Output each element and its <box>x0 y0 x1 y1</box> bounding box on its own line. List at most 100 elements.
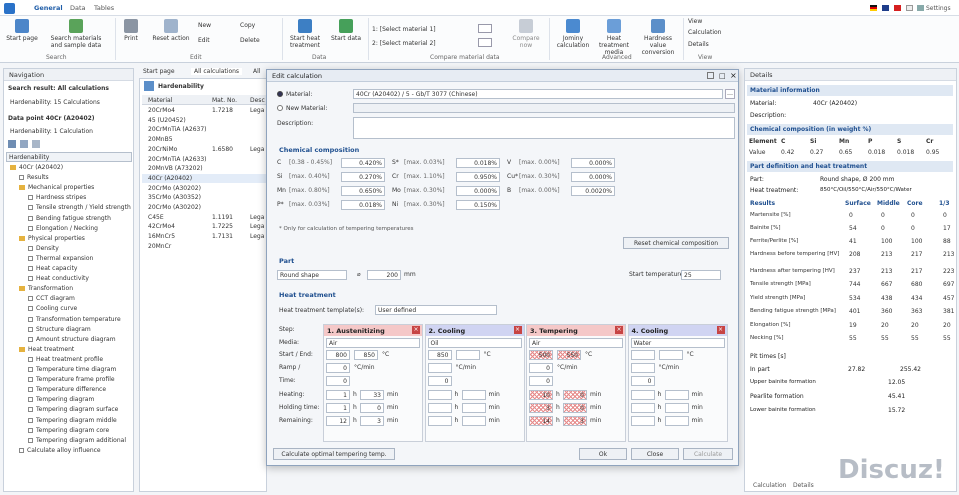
ok-button[interactable]: Ok <box>579 448 627 460</box>
hours-field[interactable]: 10 <box>529 390 553 400</box>
ramp-field[interactable]: 0 <box>326 363 350 373</box>
close-button[interactable]: Close <box>631 448 679 460</box>
media-select[interactable]: Air <box>326 338 420 348</box>
flag-chinese-icon[interactable] <box>894 5 901 11</box>
chem-value-field[interactable]: 0.150% <box>456 200 500 210</box>
new-button[interactable]: New <box>198 22 228 29</box>
list-row[interactable]: 20CrNiMo 1.6580 Lega <box>142 145 266 154</box>
tab-general[interactable]: General <box>34 4 63 12</box>
doc-tab-start-page[interactable]: Start page <box>143 68 175 75</box>
minutes-field[interactable]: 0 <box>563 403 587 413</box>
print-button[interactable]: Print <box>120 19 142 42</box>
list-row[interactable]: 20MnVB (A73202) <box>142 164 266 173</box>
chem-value-field[interactable]: 0.0020% <box>571 186 615 196</box>
nav-view-dropdown[interactable]: Hardenability <box>6 152 132 162</box>
material-radio[interactable] <box>277 91 283 97</box>
chem-value-field[interactable]: 0.950% <box>456 172 500 182</box>
doc-tab-all-calculations[interactable]: All calculations <box>191 68 243 75</box>
step-delete-icon[interactable]: × <box>716 326 725 334</box>
details-view-button[interactable]: Details <box>688 41 728 48</box>
compare-now-button[interactable]: Compare now <box>512 19 540 49</box>
calculation-view-button[interactable]: Calculation <box>688 29 728 36</box>
reset-action-button[interactable]: Reset action <box>152 19 190 42</box>
end-temp-field[interactable] <box>455 350 480 360</box>
new-material-radio[interactable] <box>277 105 283 111</box>
nav-edit-icon[interactable] <box>20 140 28 148</box>
tree-item[interactable]: Cooling curve <box>28 305 77 312</box>
tree-item[interactable]: Amount structure diagram <box>28 336 116 343</box>
col-material[interactable]: Material <box>148 97 172 104</box>
minutes-field[interactable]: 33 <box>360 390 384 400</box>
media-select[interactable]: Water <box>630 338 725 348</box>
start-temp-field[interactable]: 25 <box>681 270 721 280</box>
material-browse-button[interactable]: … <box>725 89 735 99</box>
tree-item[interactable]: Heat conductivity <box>28 275 89 282</box>
list-row[interactable]: C45E 1.1191 Lega <box>142 213 266 222</box>
dialog-pin-icon[interactable] <box>707 72 714 79</box>
chem-value-field[interactable]: 0.000% <box>571 158 615 168</box>
tree-item[interactable]: Transformation temperature <box>28 316 121 323</box>
list-row[interactable]: 42CrMo4 1.7225 Lega <box>142 222 266 231</box>
hours-field[interactable] <box>427 390 452 400</box>
hours-field[interactable]: 1 <box>326 403 350 413</box>
part-shape-select[interactable]: Round shape <box>277 270 347 280</box>
list-row[interactable]: 16MnCr5 1.7131 Lega <box>142 232 266 241</box>
tree-item[interactable]: Heat treatment profile <box>28 356 103 363</box>
edit-button[interactable]: Edit <box>198 37 228 44</box>
start-temp-field[interactable]: 500 <box>529 350 553 360</box>
minutes-field[interactable]: 3 <box>563 416 587 426</box>
tree-item[interactable]: Bending fatigue strength <box>28 215 111 222</box>
tree-item[interactable]: Physical properties <box>19 235 85 242</box>
start-temp-field[interactable]: 850 <box>427 350 452 360</box>
part-diameter-field[interactable]: 200 <box>367 270 401 280</box>
tree-item[interactable]: Mechanical properties <box>19 184 94 191</box>
tree-item[interactable]: Temperature frame profile <box>28 376 115 383</box>
end-temp-field[interactable] <box>658 350 683 360</box>
chem-value-field[interactable]: 0.420% <box>341 158 385 168</box>
chem-value-field[interactable]: 0.018% <box>341 200 385 210</box>
minutes-field[interactable]: 3 <box>360 416 384 426</box>
minutes-field[interactable] <box>461 390 486 400</box>
ht-template-select[interactable]: User defined <box>375 305 497 315</box>
compare-clear-2-icon[interactable] <box>478 38 492 47</box>
tree-item[interactable]: Heat capacity <box>28 265 77 272</box>
hours-field[interactable] <box>630 416 655 426</box>
step-delete-icon[interactable]: × <box>513 326 522 334</box>
tree-item[interactable]: Temperature time diagram <box>28 366 116 373</box>
nav-chart-icon[interactable] <box>8 140 16 148</box>
hours-field[interactable]: 3 <box>529 403 553 413</box>
chem-value-field[interactable]: 0.270% <box>341 172 385 182</box>
tree-item[interactable]: Tempering diagram middle <box>28 417 117 424</box>
tree-item[interactable]: Thermal expansion <box>28 255 93 262</box>
tree-item[interactable]: Hardness stripes <box>28 194 86 201</box>
description-field[interactable] <box>353 117 735 139</box>
start-temp-field[interactable] <box>630 350 655 360</box>
ramp-field[interactable] <box>427 363 452 373</box>
list-row[interactable]: 40Cr (A20402) <box>142 173 266 183</box>
hours-field[interactable] <box>427 416 452 426</box>
hours-field[interactable] <box>630 390 655 400</box>
view-button[interactable]: View <box>688 18 728 25</box>
hours-field[interactable] <box>427 403 452 413</box>
hardness-conversion-button[interactable]: Hardness value conversion <box>638 19 678 56</box>
tree-item[interactable]: Density <box>28 245 59 252</box>
start-temp-field[interactable]: 800 <box>326 350 350 360</box>
tree-item[interactable]: Tempering diagram <box>28 396 94 403</box>
settings-label[interactable]: Settings <box>926 5 951 12</box>
col-desc[interactable]: Desc <box>250 97 265 104</box>
data-count-link[interactable]: Hardenability: 1 Calculation <box>10 128 93 135</box>
minutes-field[interactable] <box>664 403 689 413</box>
list-row[interactable]: 20CrMo (A30202) <box>142 203 266 212</box>
compare-row-1[interactable]: 1: [Select material 1] <box>372 26 436 33</box>
tree-item[interactable]: Temperature difference <box>28 386 106 393</box>
search-materials-button[interactable]: Search materials and sample data <box>47 19 105 49</box>
hours-field[interactable]: 1 <box>326 390 350 400</box>
material-field[interactable]: 40Cr (A20402) / 5 - Gb/T 3077 (Chinese) <box>353 89 723 99</box>
tree-item[interactable]: Tempering diagram additional <box>28 437 126 444</box>
hours-field[interactable]: 14 <box>529 416 553 426</box>
ramp-field[interactable] <box>630 363 655 373</box>
delete-button[interactable]: Delete <box>240 37 270 44</box>
list-row[interactable]: 20MnB5 <box>142 135 266 144</box>
tree-item[interactable]: Results <box>19 174 49 181</box>
jominy-calculation-button[interactable]: Jominy calculation <box>555 19 591 49</box>
